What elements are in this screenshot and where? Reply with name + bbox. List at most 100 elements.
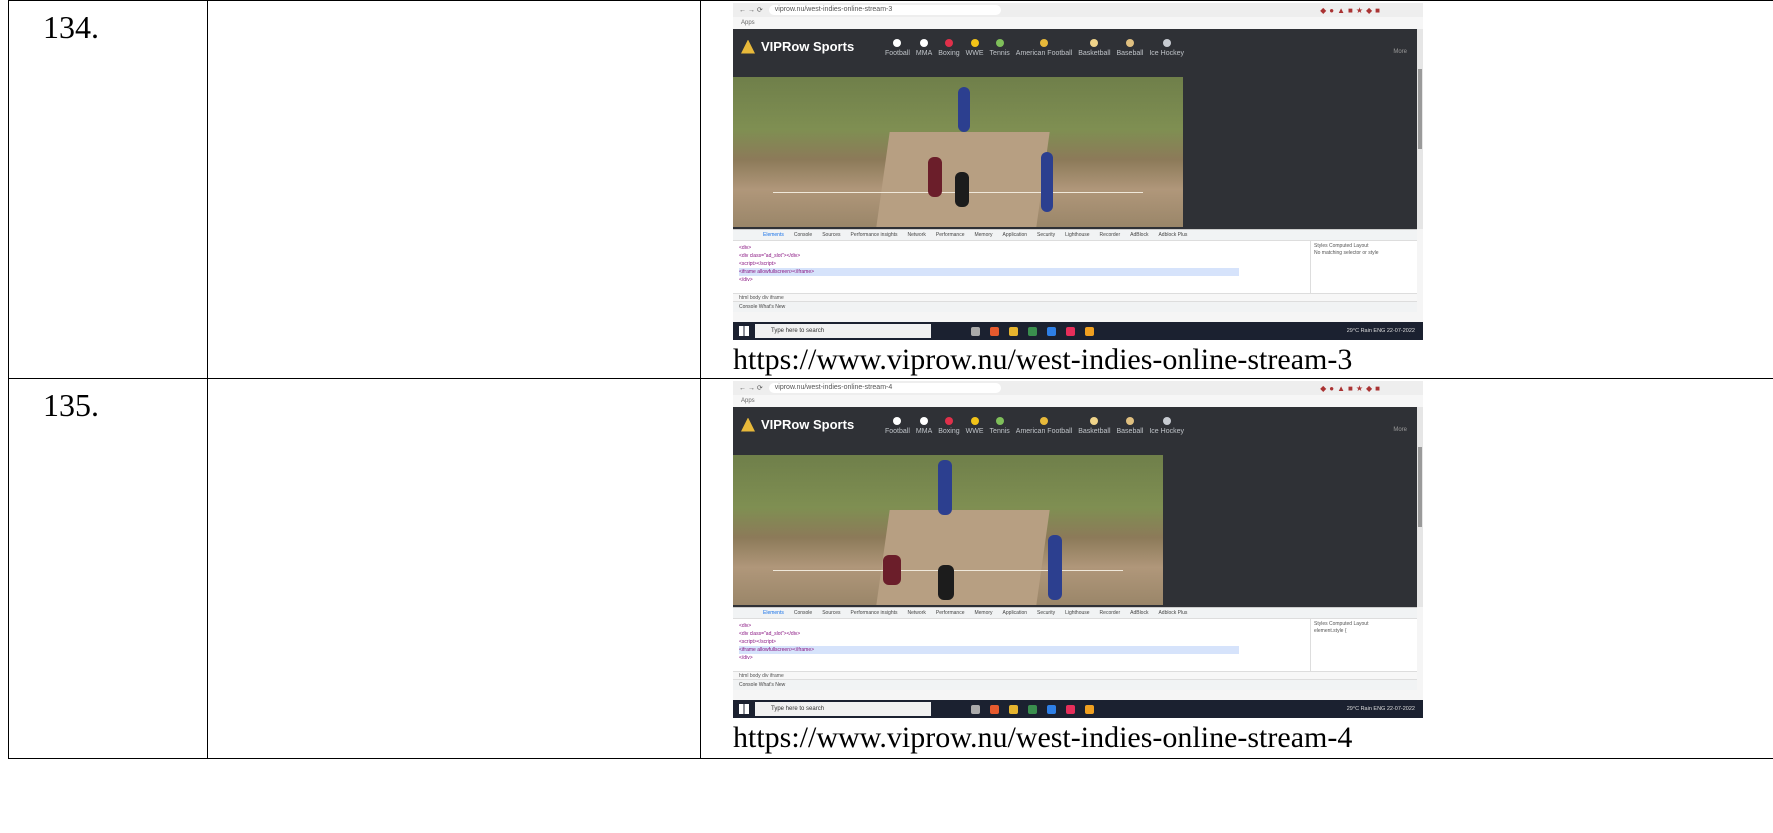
video-player [733,455,1163,605]
nav-ice-hockey: Ice Hockey [1149,417,1184,435]
umpire-figure [955,172,969,207]
browser-screenshot: ← → ⟳ viprow.nu/west-indies-online-strea… [733,381,1423,718]
dom-tree: <div> <div class="ad_slot"></div> <script>… [733,619,1245,665]
bowler-figure [883,555,901,585]
nav-mma: MMA [916,417,932,435]
devtools-panel: Elements Console Sources Performance ins… [733,229,1417,312]
app-icon [1085,704,1094,714]
site-name: VIPRow Sports [761,39,855,54]
windows-start-icon [739,326,749,336]
system-tray: 29°C Rain ENG 22-07-2022 [1346,706,1415,712]
sport-nav: Football MMA Boxing WWE Tennis American … [885,417,1184,435]
site-page: VIPRow Sports Football MMA Boxing WWE Te… [733,29,1417,229]
page-scrollbar [1417,29,1423,229]
nav-football: Football [885,39,910,57]
evidence-table: 134. ← → ⟳ viprow.nu/west-indies-online-… [8,0,1773,759]
chrome-icon [990,326,999,336]
evidence-url: https://www.viprow.nu/west-indies-online… [733,343,1353,376]
nav-baseball: Baseball [1117,417,1143,435]
hockey-icon [1162,417,1171,425]
cricket-pitch [876,510,1050,605]
tennis-icon [995,39,1004,47]
nav-boxing: Boxing [938,417,960,435]
windows-taskbar: Type here to search 29°C Rain ENG 22-07-… [733,322,1423,340]
basketball-icon [1090,417,1099,425]
sport-nav: Football MMA Boxing WWE Tennis American … [885,39,1184,57]
non-striker-figure [1041,152,1053,212]
nav-tennis: Tennis [990,39,1010,57]
browser-address-bar: ← → ⟳ viprow.nu/west-indies-online-strea… [733,3,1423,17]
devtools-panel: Elements Console Sources Performance ins… [733,607,1417,690]
explorer-icon [1009,326,1018,336]
nav-wwe: WWE [966,417,984,435]
browser-address-bar: ← → ⟳ viprow.nu/west-indies-online-strea… [733,381,1423,395]
taskbar-search: Type here to search [755,324,931,338]
non-striker-figure [1048,535,1062,600]
site-logo: VIPRow Sports [741,39,854,54]
row-number: 134. [8,0,208,379]
table-row: 134. ← → ⟳ viprow.nu/west-indies-online-… [8,0,1773,379]
windows-start-icon [739,704,749,714]
address-field: viprow.nu/west-indies-online-stream-3 [768,5,1001,15]
wwe-icon [970,39,979,47]
app-icon [1066,326,1075,336]
bowler-figure [928,157,942,197]
mma-icon [920,39,929,47]
nav-football: Football [885,417,910,435]
video-player [733,77,1183,227]
app-icon [1028,326,1037,336]
more-menu: More [1393,49,1407,55]
nav-mma: MMA [916,39,932,57]
nav-american-football: American Football [1016,417,1072,435]
nav-boxing: Boxing [938,39,960,57]
boxing-icon [944,417,953,425]
site-name: VIPRow Sports [761,417,855,432]
devtools-drawer: Console What's New [733,679,1417,690]
row-number: 135. [8,378,208,759]
nav-basketball: Basketball [1078,39,1111,57]
helmet-icon [1039,417,1048,425]
helmet-icon [1039,39,1048,47]
baseball-icon [1125,39,1134,47]
extensions-icons: ◆●▲■★◆■ [1320,5,1383,15]
nav-tennis: Tennis [990,417,1010,435]
table-row: 135. ← → ⟳ viprow.nu/west-indies-online-… [8,378,1773,759]
page-scrollbar [1417,407,1423,607]
site-page: VIPRow Sports Football MMA Boxing WWE Te… [733,407,1417,607]
devtools-drawer: Console What's New [733,301,1417,312]
taskview-icon [971,704,980,714]
basketball-icon [1090,39,1099,47]
row-description [207,0,701,379]
row-evidence: ← → ⟳ viprow.nu/west-indies-online-strea… [700,378,1773,759]
row-description [207,378,701,759]
wwe-icon [970,417,979,425]
hockey-icon [1162,39,1171,47]
row-evidence: ← → ⟳ viprow.nu/west-indies-online-strea… [700,0,1773,379]
site-logo: VIPRow Sports [741,417,854,432]
more-menu: More [1393,427,1407,433]
nav-wwe: WWE [966,39,984,57]
football-icon [893,39,902,47]
trophy-icon [741,39,755,54]
chrome-icon [990,704,999,714]
taskbar-search: Type here to search [755,702,931,716]
nav-basketball: Basketball [1078,417,1111,435]
batsman-figure [958,87,970,132]
football-icon [893,417,902,425]
nav-ice-hockey: Ice Hockey [1149,39,1184,57]
taskbar-apps [971,326,1094,336]
extensions-icons: ◆●▲■★◆■ [1320,383,1383,393]
mma-icon [920,417,929,425]
system-tray: 29°C Rain ENG 22-07-2022 [1346,328,1415,334]
app-icon [1066,704,1075,714]
address-field: viprow.nu/west-indies-online-stream-4 [768,383,1001,393]
batsman-figure [938,460,952,515]
nav-american-football: American Football [1016,39,1072,57]
windows-taskbar: Type here to search 29°C Rain ENG 22-07-… [733,700,1423,718]
evidence-url: https://www.viprow.nu/west-indies-online… [733,721,1353,754]
nav-baseball: Baseball [1117,39,1143,57]
explorer-icon [1009,704,1018,714]
app-icon [1047,326,1056,336]
baseball-icon [1125,417,1134,425]
taskview-icon [971,326,980,336]
